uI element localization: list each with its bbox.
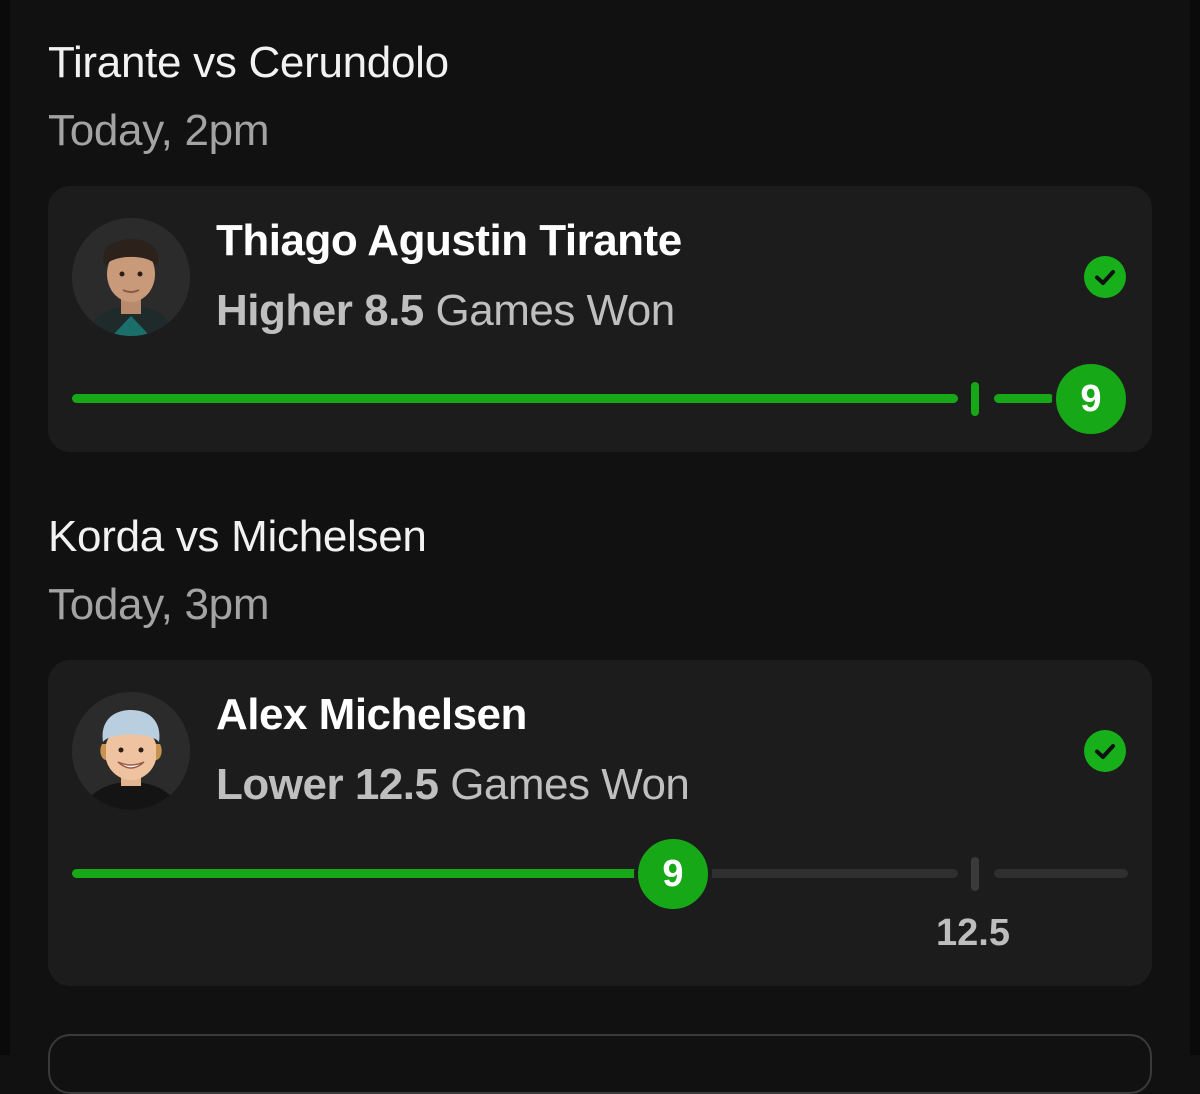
player-photo-icon bbox=[72, 692, 190, 810]
progress-track-extra bbox=[994, 394, 1054, 403]
check-circle-icon bbox=[1084, 730, 1126, 772]
pick-line-value: 12.5 bbox=[354, 760, 439, 809]
progress-track-beyond bbox=[994, 869, 1128, 878]
player-name: Alex Michelsen bbox=[216, 690, 527, 739]
pick-card[interactable]: Thiago Agustin Tirante Higher 8.5 Games … bbox=[48, 186, 1152, 452]
match-title: Tirante vs Cerundolo bbox=[48, 38, 449, 87]
progress-track-remaining bbox=[670, 869, 958, 878]
pick-line-value: 8.5 bbox=[364, 286, 424, 335]
progress-track-filled bbox=[72, 869, 672, 878]
line-label: 12.5 bbox=[936, 912, 1010, 954]
check-circle-icon bbox=[1084, 256, 1126, 298]
player-avatar bbox=[72, 218, 190, 336]
right-edge bbox=[1190, 0, 1200, 1055]
pick-direction: Higher bbox=[216, 286, 353, 335]
pick-stat: Games Won bbox=[450, 760, 690, 809]
next-pick-card[interactable] bbox=[48, 1034, 1152, 1094]
left-edge bbox=[0, 0, 10, 1055]
match-title: Korda vs Michelsen bbox=[48, 512, 427, 561]
player-name: Thiago Agustin Tirante bbox=[216, 216, 682, 265]
result-marker: 9 bbox=[634, 835, 712, 913]
player-photo-icon bbox=[72, 218, 190, 336]
pick-description: Higher 8.5 Games Won bbox=[216, 286, 675, 336]
pick-card[interactable]: Alex Michelsen Lower 12.5 Games Won 9 12… bbox=[48, 660, 1152, 986]
pick-description: Lower 12.5 Games Won bbox=[216, 760, 690, 810]
pick-stat: Games Won bbox=[435, 286, 676, 335]
match-time: Today, 2pm bbox=[48, 106, 270, 155]
progress-track-filled bbox=[72, 394, 958, 403]
line-marker bbox=[971, 857, 979, 891]
player-avatar bbox=[72, 692, 190, 810]
match-time: Today, 3pm bbox=[48, 580, 270, 629]
line-marker bbox=[971, 382, 979, 416]
pick-direction: Lower bbox=[216, 760, 344, 809]
result-marker: 9 bbox=[1052, 360, 1130, 438]
